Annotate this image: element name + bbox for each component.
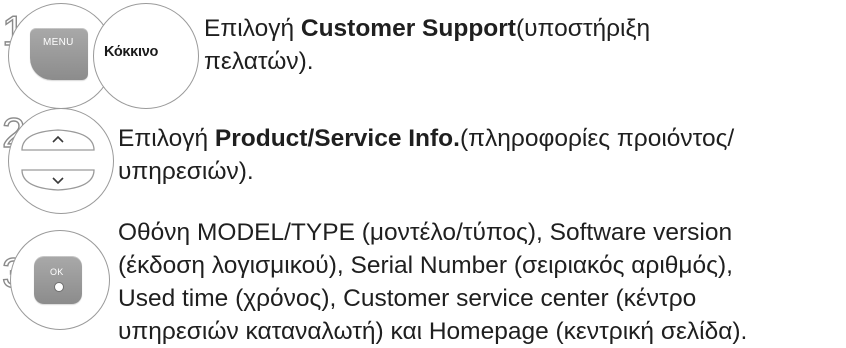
nav-key-circle xyxy=(8,108,114,214)
red-key-label: Κόκκινο xyxy=(104,44,159,60)
product-service-info-term: Product/Service Info. xyxy=(214,125,460,152)
ok-key-icon: OK xyxy=(34,256,82,304)
step-3-text: Οθόνη MODEL/TYPE (μοντέλο/τύπος), Softwa… xyxy=(118,219,748,345)
ok-key-label: OK xyxy=(50,267,64,277)
customer-support-term: Customer Support xyxy=(300,15,516,42)
ok-dot-icon xyxy=(54,282,64,292)
step-1-text: Επιλογή Customer Support(υποστήριξη πελα… xyxy=(204,15,651,75)
up-key-icon xyxy=(21,129,95,151)
menu-key-icon: MENU xyxy=(30,28,88,80)
menu-key-label: MENU xyxy=(43,37,74,48)
step-2-text: Επιλογή Product/Service Info.(πληροφορίε… xyxy=(118,125,735,185)
down-key-icon xyxy=(21,169,95,191)
